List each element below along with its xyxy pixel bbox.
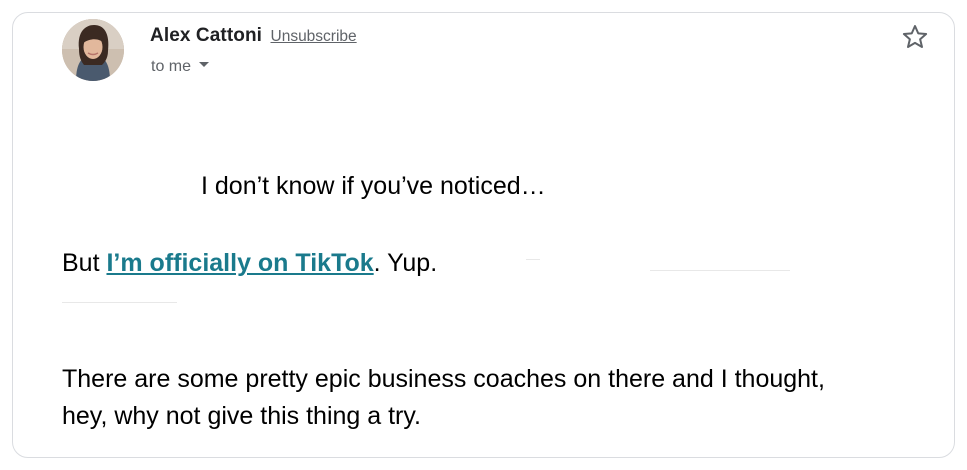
message-line-2: But I’m officially on TikTok. Yup. [62,245,437,281]
message-line-4: hey, why not give this thing a try. [62,402,421,430]
divider [62,302,177,303]
sender-avatar[interactable] [62,19,124,81]
sender-line: Alex Cattoni Unsubscribe [150,24,357,49]
recipient-details-toggle[interactable]: to me [151,56,210,78]
sender-name[interactable]: Alex Cattoni [150,25,262,46]
recipient-label: to me [151,58,192,75]
tiktok-link[interactable]: I’m officially on TikTok [106,249,373,277]
unsubscribe-link[interactable]: Unsubscribe [271,28,357,45]
message-text: . Yup. [373,249,438,277]
caret-down-icon[interactable] [199,62,210,68]
divider [526,259,540,260]
divider [650,270,790,271]
message-text: But [62,249,107,277]
message-line-1: I don’t know if you’ve noticed… [201,172,546,200]
message-line-3: There are some pretty epic business coac… [62,365,825,393]
star-icon[interactable] [900,22,930,52]
